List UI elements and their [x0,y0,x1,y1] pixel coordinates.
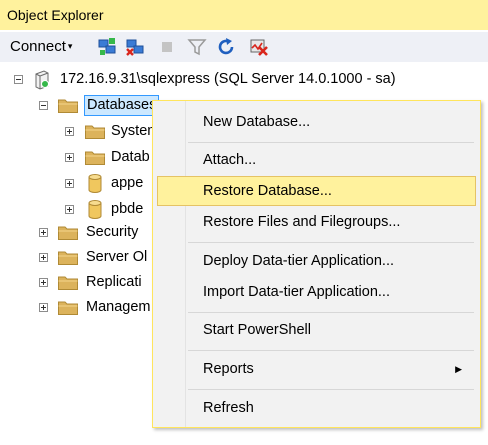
submenu-arrow-icon: ▶ [455,364,462,374]
tree-item-security[interactable]: Security [0,220,150,244]
expand-toggle-icon[interactable] [65,179,74,188]
menu-item-label: Deploy Data-tier Application... [203,253,395,269]
menu-item-label: Restore Database... [203,183,332,199]
database-icon [88,200,102,219]
menu-item-label: Attach... [203,152,257,168]
tree-item-label: Security [86,224,139,240]
dropdown-caret-icon: ▾ [67,41,73,51]
tree-item-management[interactable]: Managem [0,295,150,319]
folder-icon [58,276,78,290]
folder-icon [58,226,78,240]
folder-icon [58,99,78,113]
refresh-icon[interactable] [216,37,238,57]
tree-item-database[interactable]: pbde [0,197,150,221]
filter-icon[interactable] [186,37,208,57]
stop-icon[interactable] [156,37,178,57]
tree-item-label: appe [111,175,144,191]
folder-icon [58,301,78,315]
expand-toggle-icon[interactable] [39,228,48,237]
expand-toggle-icon[interactable] [39,303,48,312]
server-label: 172.16.9.31\sqlexpress (SQL Server 14.0.… [60,71,396,87]
menu-separator [188,312,474,313]
tree-item-database[interactable]: appe [0,171,150,195]
connect-label: Connect [10,38,66,55]
databases-label: Databases [84,95,160,116]
menu-separator [188,142,474,143]
menu-separator [188,389,474,390]
object-explorer-title-bar: Object Explorer [0,0,488,30]
folder-icon [58,251,78,265]
tree-item-system-databases[interactable]: System [0,119,159,143]
server-node[interactable]: 172.16.9.31\sqlexpress (SQL Server 14.0.… [0,67,488,91]
menu-item-refresh[interactable]: Refresh [157,393,476,423]
databases-context-menu: New Database... Attach... Restore Databa… [152,100,481,428]
tree-item-label: Datab [111,149,150,165]
menu-item-label: Reports [203,361,254,377]
menu-item-label: Refresh [203,400,254,416]
object-explorer-toolbar: Connect ▾ [0,32,488,62]
menu-item-label: Restore Files and Filegroups... [203,214,401,230]
menu-item-label: Start PowerShell [203,322,311,338]
tree-item-label: Server Ol [86,249,148,265]
connect-object-explorer-icon[interactable] [96,37,118,57]
disconnect-icon[interactable] [124,37,146,57]
menu-item-attach[interactable]: Attach... [157,145,476,175]
panel-title: Object Explorer [7,7,104,23]
tree-item-database-snapshots[interactable]: Datab [0,145,150,169]
expand-toggle-icon[interactable] [39,278,48,287]
menu-item-deploy-data-tier[interactable]: Deploy Data-tier Application... [157,246,476,276]
folder-icon [85,151,105,165]
tree-item-label: pbde [111,201,144,217]
activity-monitor-icon[interactable] [248,37,270,57]
menu-item-new-database[interactable]: New Database... [157,107,476,137]
menu-separator [188,242,474,243]
collapse-toggle-icon[interactable] [39,101,48,110]
server-icon [35,70,49,90]
tree-item-replication[interactable]: Replicati [0,270,150,294]
menu-separator [188,350,474,351]
tree-item-server-objects[interactable]: Server Ol [0,245,150,269]
menu-item-label: Import Data-tier Application... [203,284,390,300]
collapse-toggle-icon[interactable] [14,75,23,84]
menu-item-start-powershell[interactable]: Start PowerShell [157,315,476,345]
expand-toggle-icon[interactable] [65,127,74,136]
menu-item-restore-database[interactable]: Restore Database... [157,176,476,206]
connect-dropdown-button[interactable]: Connect ▾ [10,38,72,55]
menu-item-label: New Database... [203,114,311,130]
folder-icon [85,125,105,139]
tree-item-label: Managem [86,299,151,315]
expand-toggle-icon[interactable] [65,153,74,162]
database-icon [88,174,102,193]
tree-item-label: Replicati [86,274,142,290]
menu-item-import-data-tier[interactable]: Import Data-tier Application... [157,277,476,307]
expand-toggle-icon[interactable] [65,205,74,214]
expand-toggle-icon[interactable] [39,253,48,262]
menu-item-reports[interactable]: Reports ▶ [157,354,476,384]
menu-item-restore-files-filegroups[interactable]: Restore Files and Filegroups... [157,207,476,237]
